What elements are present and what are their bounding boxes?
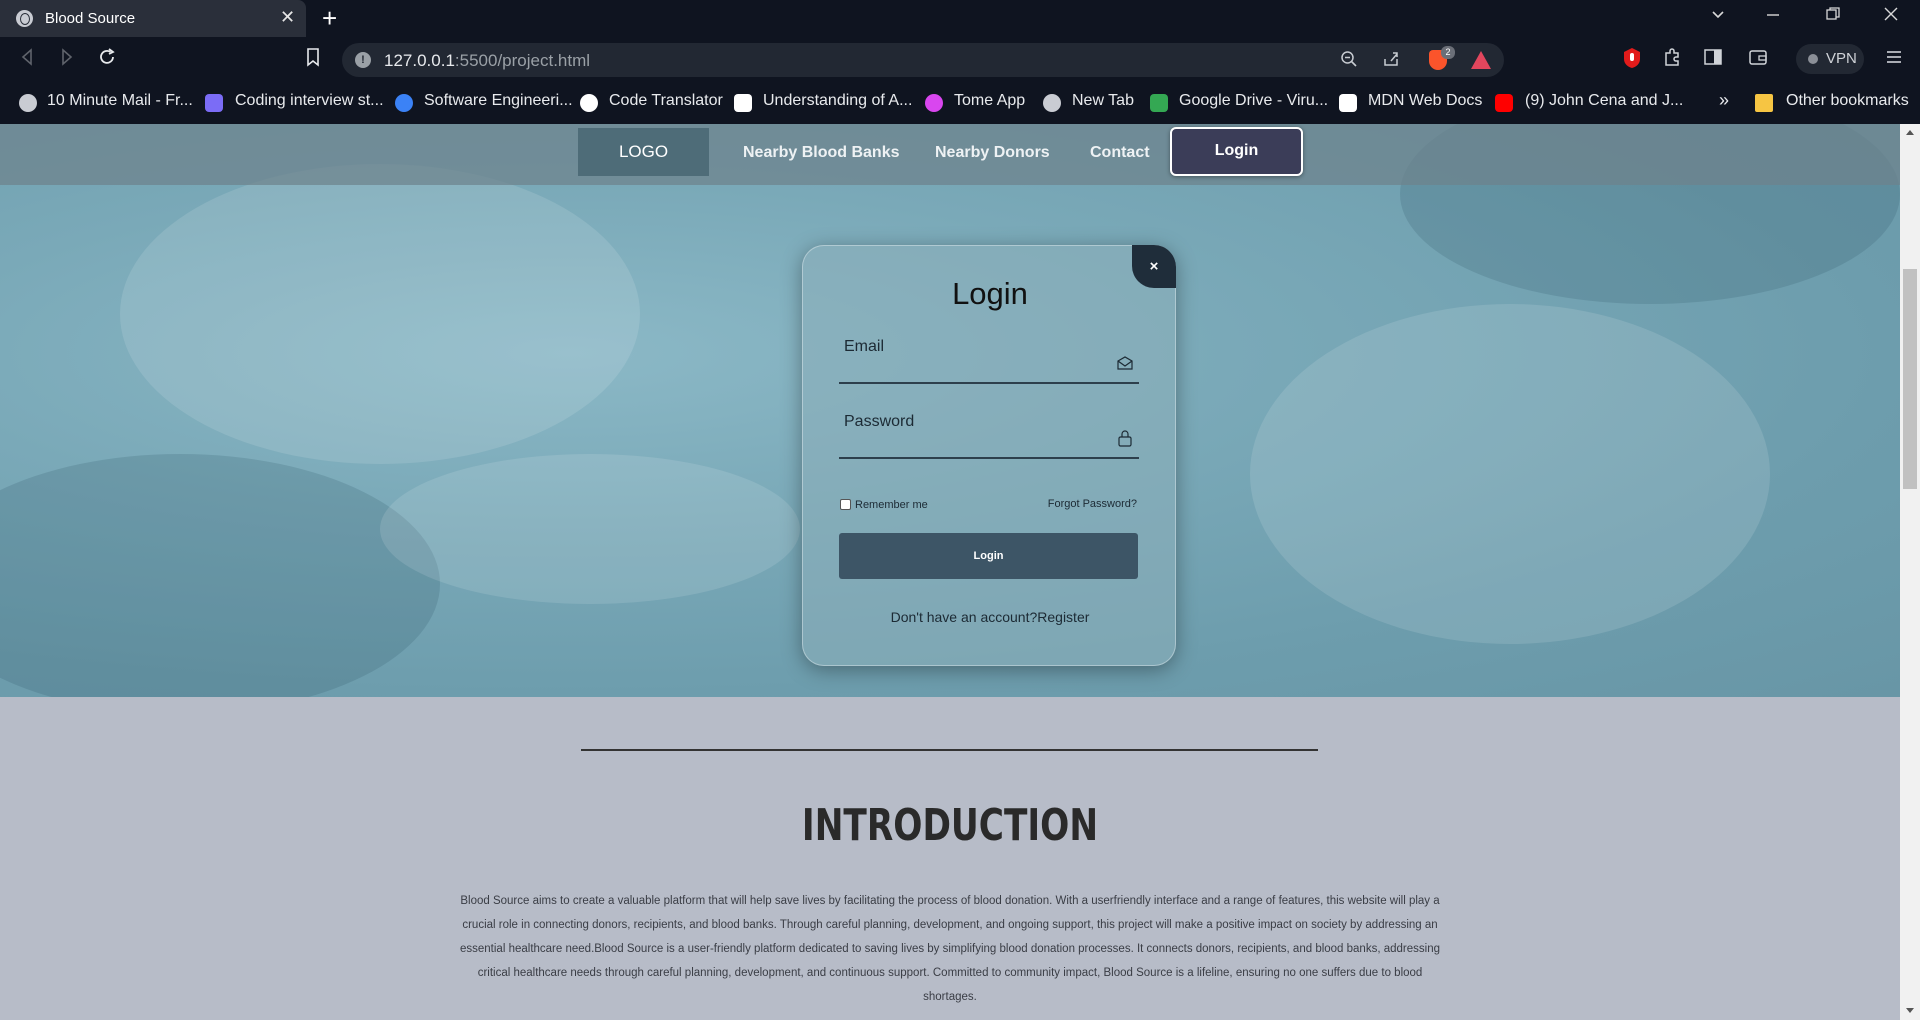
back-icon[interactable] [17,47,37,73]
register-link[interactable]: Register [1037,609,1089,625]
adblock-hand-icon[interactable] [1622,47,1642,74]
sidebar-icon[interactable] [1703,47,1723,72]
close-tab-icon[interactable]: ✕ [280,7,295,28]
bookmark-item[interactable]: MDN Web Docs [1368,92,1482,110]
remember-label[interactable]: Remember me [855,499,928,511]
bookmark-item[interactable]: Code Translator [609,92,723,110]
hero-background-shape [1250,304,1770,644]
browser-tab[interactable]: Blood Source ✕ [0,0,306,37]
zoom-icon[interactable] [1340,50,1358,73]
extensions-puzzle-icon[interactable] [1662,47,1682,72]
login-modal: × Login Email Password Remember me Forgo… [802,245,1176,666]
new-tab-button[interactable]: + [322,3,337,34]
reload-icon[interactable] [97,47,117,73]
shields-count-badge: 2 [1441,46,1455,59]
nav-link-contact[interactable]: Contact [1090,144,1150,162]
hero-section: LOGO Nearby Blood Banks Nearby Donors Co… [0,124,1900,697]
nav-link-blood-banks[interactable]: Nearby Blood Banks [743,144,899,162]
menu-icon[interactable] [1884,47,1904,72]
bookmark-item[interactable]: Tome App [954,92,1025,110]
site-navbar: LOGO Nearby Blood Banks Nearby Donors Co… [0,124,1900,185]
brave-rewards-icon[interactable] [1471,51,1491,69]
code-icon [205,94,223,112]
browser-toolbar: ! 127.0.0.1:5500/project.html 2 VPN [0,37,1920,83]
password-field[interactable]: Password [839,413,1139,459]
bookmark-item[interactable]: (9) John Cena and J... [1525,92,1683,110]
tab-strip: Blood Source ✕ + [0,0,1920,37]
url-text[interactable]: 127.0.0.1:5500/project.html [384,51,590,71]
more-bookmarks-chevron-icon[interactable]: » [1719,90,1729,111]
globe-icon [19,94,37,112]
address-bar[interactable]: ! 127.0.0.1:5500/project.html 2 [342,43,1504,77]
bookmark-item[interactable]: Software Engineeri... [424,92,573,110]
bookmarks-bar: 10 Minute Mail - Fr... Coding interview … [0,83,1920,124]
section-divider [581,749,1318,751]
drive-icon [1150,94,1168,112]
intro-paragraph: Blood Source aims to create a valuable p… [460,895,1440,1003]
other-bookmarks[interactable]: Other bookmarks [1786,92,1909,110]
bookmark-item[interactable]: Google Drive - Viru... [1179,92,1328,110]
share-icon[interactable] [1382,50,1400,73]
triangle-icon [580,94,598,112]
mail-icon [1117,356,1133,370]
hero-background-shape [0,454,440,697]
wallet-icon[interactable] [1748,47,1768,72]
remember-me: Remember me [840,497,928,511]
scrollbar-thumb[interactable] [1903,269,1917,489]
remember-checkbox[interactable] [840,498,851,510]
tab-title: Blood Source [45,10,136,27]
globe-icon [16,10,33,27]
medium-icon [734,94,752,112]
mdn-icon [1339,94,1357,112]
scroll-up-arrow[interactable] [1906,130,1914,135]
email-field[interactable]: Email [839,338,1139,384]
bookmark-item[interactable]: 10 Minute Mail - Fr... [47,92,193,110]
folder-icon [1755,94,1773,112]
bookmark-item[interactable]: New Tab [1072,92,1134,110]
intro-heading: INTRODUCTION [801,800,1099,851]
youtube-icon [1495,94,1513,112]
at-icon [395,94,413,112]
vpn-button[interactable]: VPN [1796,44,1864,74]
login-title: Login [952,276,1028,311]
site-logo[interactable]: LOGO [578,128,709,176]
tab-search-icon[interactable] [1710,6,1726,27]
site-info-icon[interactable]: ! [355,52,371,68]
close-window-icon[interactable] [1883,6,1899,27]
minimize-icon[interactable] [1765,6,1781,27]
scroll-down-arrow[interactable] [1906,1008,1914,1013]
bookmark-item[interactable]: Coding interview st... [235,92,384,110]
restore-icon[interactable] [1825,6,1841,27]
password-label: Password [844,413,915,430]
globe-icon [1043,94,1061,112]
page-scrollbar[interactable] [1900,124,1920,1020]
forward-icon[interactable] [57,47,77,73]
register-prompt: Don't have an account?Register [803,609,1177,625]
hero-background-shape [380,454,800,604]
lock-icon [1117,429,1133,447]
email-label: Email [844,338,885,355]
login-submit-button[interactable]: Login [839,533,1138,579]
no-account-text: Don't have an account? [890,609,1038,625]
forgot-password-link[interactable]: Forgot Password? [1048,498,1137,510]
tome-icon [925,94,943,112]
nav-link-donors[interactable]: Nearby Donors [935,144,1050,162]
page-viewport: LOGO Nearby Blood Banks Nearby Donors Co… [0,124,1920,1020]
nav-login-button[interactable]: Login [1170,127,1303,176]
hero-background-shape [120,164,640,464]
bookmark-icon[interactable] [304,47,322,73]
bookmark-item[interactable]: Understanding of A... [763,92,912,110]
